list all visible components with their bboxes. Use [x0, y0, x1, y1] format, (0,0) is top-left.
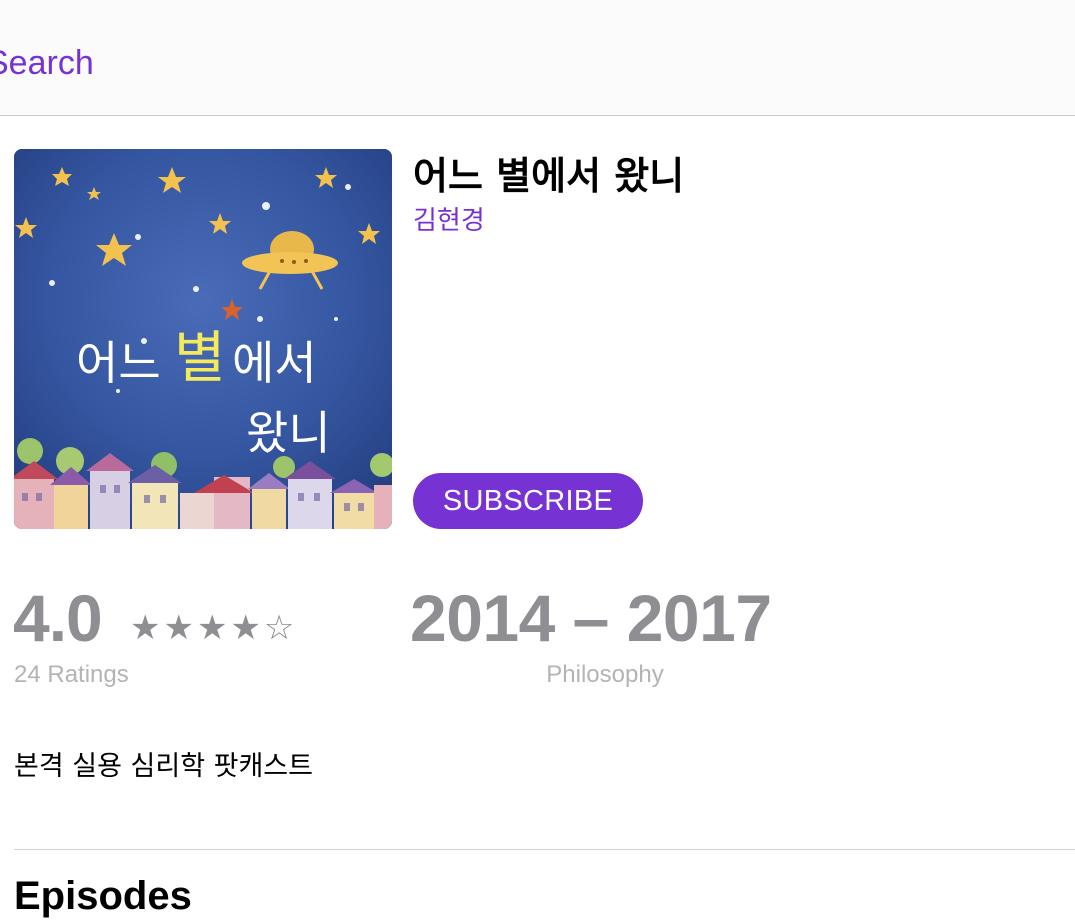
rating-stars-icon: ★★★★☆ — [130, 608, 298, 648]
artwork-text-line1b: 별 — [174, 326, 226, 391]
active-years: 2014 – 2017 — [410, 581, 772, 655]
artwork-text-line1c: 에서 — [232, 336, 317, 390]
subscribe-button[interactable]: SUBSCRIBE — [413, 473, 643, 529]
episodes-section-title: Episodes — [14, 874, 192, 918]
rating-value: 4.0 — [13, 581, 103, 655]
artwork-text-line2: 왔니 — [246, 406, 331, 460]
ratings-count[interactable]: 24 Ratings — [14, 660, 129, 690]
section-divider — [14, 849, 1075, 850]
back-to-search-link[interactable]: Search — [0, 44, 94, 83]
podcast-title: 어느 별에서 왔니 — [413, 154, 685, 198]
genre-label[interactable]: Philosophy — [410, 660, 800, 690]
podcast-artwork: 어느 별 에서 왔니 — [14, 149, 392, 529]
navigation-bar: Search — [0, 0, 1075, 116]
podcast-description: 본격 실용 심리학 팟캐스트 — [14, 751, 313, 782]
podcast-author-link[interactable]: 김현경 — [413, 203, 485, 239]
artwork-text-line1a: 어느 — [76, 336, 161, 390]
artwork-illustration: 어느 별 에서 왔니 — [14, 149, 392, 529]
